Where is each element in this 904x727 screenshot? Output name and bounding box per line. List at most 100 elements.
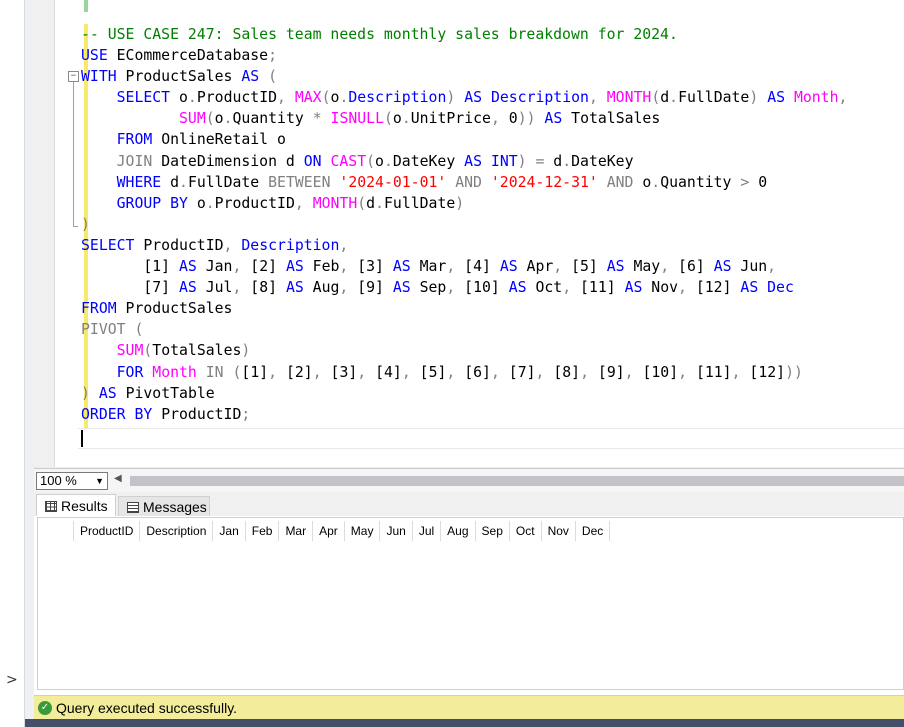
- code-line[interactable]: JOIN DateDimension d ON CAST(o.DateKey A…: [81, 151, 847, 172]
- code-token: May: [624, 258, 661, 276]
- code-token: PIVOT: [81, 321, 126, 339]
- triangle-left-icon[interactable]: ◀: [114, 473, 122, 484]
- code-token: (: [259, 68, 278, 86]
- code-token: ,: [624, 363, 643, 381]
- code-token: ,: [401, 363, 420, 381]
- code-token: AS: [464, 89, 483, 107]
- code-token: [4]: [464, 258, 500, 276]
- query-editor[interactable]: − -- USE CASE 247: Sales team needs mont…: [34, 0, 904, 467]
- sql-code[interactable]: -- USE CASE 247: Sales team needs monthl…: [81, 24, 847, 425]
- tab-messages[interactable]: Messages: [118, 496, 210, 516]
- code-token: SELECT: [81, 236, 135, 254]
- results-panel: Results Messages ProductID Description Jan…: [34, 492, 904, 695]
- code-token: ,: [580, 363, 598, 381]
- code-token: ,: [731, 363, 750, 381]
- code-line[interactable]: ORDER BY ProductID;: [81, 404, 847, 425]
- zoom-bar: 100 % ▼ ◀: [34, 468, 904, 493]
- code-token: o: [170, 89, 188, 107]
- code-line[interactable]: SELECT ProductID, Description,: [81, 235, 847, 256]
- code-token: [12]: [695, 279, 741, 297]
- code-line[interactable]: ) AS PivotTable: [81, 383, 847, 404]
- code-token: FullDate: [678, 89, 750, 107]
- column-header[interactable]: Oct: [510, 521, 542, 541]
- code-token: .: [383, 152, 393, 170]
- code-token: ,: [232, 279, 251, 297]
- code-token: MONTH: [312, 194, 358, 212]
- code-token: '2024-12-31': [490, 173, 598, 191]
- tab-messages-label: Messages: [143, 499, 207, 515]
- code-token: ,: [312, 363, 331, 381]
- code-line[interactable]: WITH ProductSales AS (: [81, 66, 847, 87]
- code-token: AND: [455, 173, 482, 191]
- code-line[interactable]: -- USE CASE 247: Sales team needs monthl…: [81, 24, 847, 45]
- code-token: d: [366, 194, 376, 212]
- code-token: ,: [490, 363, 509, 381]
- code-token: )): [517, 110, 545, 128]
- code-line[interactable]: SUM(o.Quantity * ISNULL(o.UnitPrice, 0))…: [81, 108, 847, 129]
- column-header[interactable]: Feb: [246, 521, 280, 541]
- column-header[interactable]: ProductID: [74, 521, 141, 541]
- code-line[interactable]: GROUP BY o.ProductID, MONTH(d.FullDate): [81, 193, 847, 214]
- code-token: ISNULL: [330, 110, 384, 128]
- code-token: [9]: [597, 363, 625, 381]
- horizontal-scrollbar[interactable]: [130, 476, 904, 486]
- code-token: [6]: [678, 258, 714, 276]
- code-token: ,: [446, 279, 465, 297]
- code-token: -- USE CASE 247: Sales team needs monthl…: [81, 26, 678, 43]
- code-line[interactable]: FOR Month IN ([1], [2], [3], [4], [5], […: [81, 362, 847, 383]
- column-header[interactable]: Jan: [213, 521, 246, 541]
- code-token: ,: [490, 110, 509, 128]
- code-token: [5]: [419, 363, 447, 381]
- column-header[interactable]: Jul: [413, 521, 442, 541]
- code-line[interactable]: SELECT o.ProductID, MAX(o.Description) A…: [81, 87, 848, 108]
- code-line[interactable]: SUM(TotalSales): [81, 340, 847, 361]
- code-token: Description: [490, 89, 589, 107]
- code-line[interactable]: FROM OnlineRetail o: [81, 129, 847, 150]
- code-line[interactable]: FROM ProductSales: [81, 298, 847, 319]
- code-line[interactable]: ): [81, 214, 847, 235]
- code-token: ,: [339, 258, 358, 276]
- chevron-right-icon[interactable]: >: [6, 672, 18, 688]
- code-token: AS: [624, 279, 643, 297]
- grid-corner[interactable]: [38, 521, 74, 541]
- column-header[interactable]: Dec: [576, 521, 611, 541]
- code-token: WHERE: [116, 173, 162, 191]
- column-header[interactable]: Apr: [313, 521, 345, 541]
- code-token: [3]: [357, 258, 393, 276]
- tab-results-label: Results: [61, 498, 108, 514]
- code-token: (: [357, 194, 367, 212]
- code-token: ): [749, 89, 768, 107]
- code-token: >: [740, 173, 750, 191]
- code-token: ProductSales: [116, 300, 233, 318]
- column-header[interactable]: Jun: [380, 521, 413, 541]
- code-line[interactable]: [7] AS Jul, [8] AS Aug, [9] AS Sep, [10]…: [81, 277, 847, 298]
- column-header[interactable]: Nov: [542, 521, 576, 541]
- column-header[interactable]: May: [345, 521, 381, 541]
- tab-results[interactable]: Results: [36, 494, 116, 516]
- column-header[interactable]: Aug: [441, 521, 476, 541]
- zoom-dropdown[interactable]: 100 % ▼: [36, 472, 108, 490]
- code-line[interactable]: [1] AS Jan, [2] AS Feb, [3] AS Mar, [4] …: [81, 256, 847, 277]
- code-token: ): [446, 89, 465, 107]
- code-token: [11]: [695, 363, 732, 381]
- code-token: ;: [241, 405, 251, 423]
- code-token: IN: [205, 363, 224, 381]
- minus-box-icon[interactable]: −: [68, 71, 79, 82]
- code-line[interactable]: PIVOT (: [81, 319, 847, 340]
- column-header[interactable]: Sep: [476, 521, 510, 541]
- column-header[interactable]: Mar: [279, 521, 314, 541]
- code-token: AS: [392, 279, 411, 297]
- results-grid[interactable]: ProductID Description Jan Feb Mar Apr May Jun Ju…: [37, 517, 904, 690]
- code-line[interactable]: WHERE d.FullDate BETWEEN '2024-01-01' AN…: [81, 172, 847, 193]
- column-header[interactable]: Description: [140, 521, 214, 541]
- code-token: AS: [767, 89, 786, 107]
- code-token: OnlineRetail o: [152, 131, 286, 149]
- code-line[interactable]: USE ECommerceDatabase;: [81, 45, 847, 66]
